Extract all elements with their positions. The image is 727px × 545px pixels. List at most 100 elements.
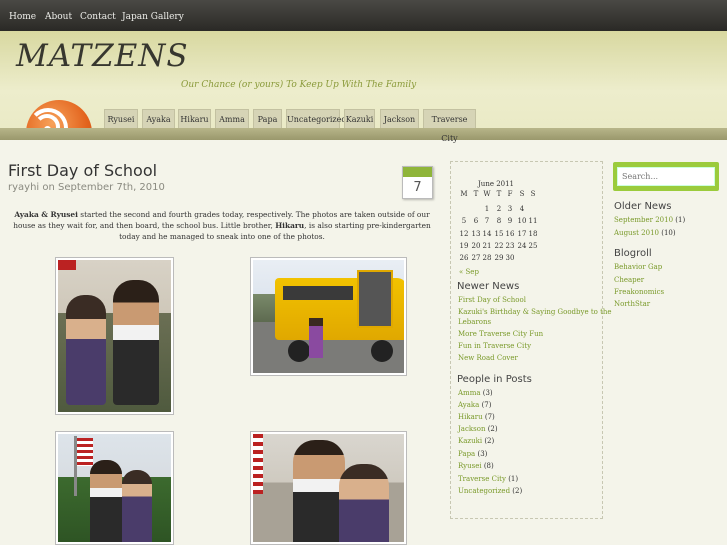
calendar-day: 11 <box>528 217 538 225</box>
newer-news-item[interactable]: New Road Cover <box>458 354 518 362</box>
newer-news-item[interactable]: Fun in Traverse City <box>458 342 531 350</box>
search-box <box>613 162 719 191</box>
people-item-name[interactable]: Traverse City <box>458 475 506 483</box>
people-item[interactable]: Kazuki (2) <box>458 437 494 445</box>
calendar-weekday: W <box>483 190 491 198</box>
people-item-name[interactable]: Ayaka <box>458 401 479 409</box>
blogroll-item[interactable]: Freakonomics <box>614 288 664 296</box>
calendar-day: 5 <box>461 217 467 225</box>
post-meta: ryayhi on September 7th, 2010 <box>8 182 165 193</box>
category-tab-amma[interactable]: Amma <box>215 109 249 128</box>
post-body: Ayaka & Ryusei started the second and fo… <box>8 209 436 242</box>
newer-news-item[interactable]: Kazuki's Birthday & Saying Goodbye to th… <box>458 308 612 316</box>
people-item-name[interactable]: Uncategorized <box>458 487 510 495</box>
newer-news-item[interactable]: First Day of School <box>458 296 526 304</box>
people-item[interactable]: Hikaru (7) <box>458 413 495 421</box>
nav-link-japan-gallery[interactable]: Japan Gallery <box>122 12 184 22</box>
people-item-count: (7) <box>481 401 492 409</box>
people-item-count: (2) <box>512 487 523 495</box>
category-tab-ryusei[interactable]: Ryusei <box>104 109 138 128</box>
photo-school-bus[interactable] <box>250 257 407 376</box>
calendar-day: 16 <box>505 230 515 238</box>
older-news-item[interactable]: September 2010 (1) <box>614 216 685 224</box>
category-tab-kazuki[interactable]: Kazuki <box>344 109 375 128</box>
blogroll-heading: Blogroll <box>614 248 652 259</box>
people-item-count: (3) <box>477 450 488 458</box>
calendar-weekday: S <box>530 190 536 198</box>
older-news-item-label[interactable]: August 2010 <box>614 229 659 237</box>
people-item-count: (8) <box>483 462 494 470</box>
older-news-item-count: (10) <box>661 229 676 237</box>
blogroll-item[interactable]: Behavior Gap <box>614 263 662 271</box>
people-item-name[interactable]: Kazuki <box>458 437 482 445</box>
people-item-name[interactable]: Ryusei <box>458 462 482 470</box>
post-body-name-hikaru: Hikaru <box>275 221 305 230</box>
calendar-date-icon: 7 <box>402 166 433 199</box>
top-navigation-bar: Home About Contact Japan Gallery <box>0 0 727 31</box>
calendar-day: 26 <box>459 254 469 262</box>
people-heading: People in Posts <box>457 374 532 385</box>
category-tab-jackson[interactable]: Jackson <box>380 109 419 128</box>
nav-link-about[interactable]: About <box>45 12 72 22</box>
calendar-day: 19 <box>459 242 469 250</box>
calendar-day: 23 <box>505 242 515 250</box>
older-news-item-count: (1) <box>675 216 686 224</box>
people-item-count: (2) <box>487 425 498 433</box>
people-item[interactable]: Ryusei (8) <box>458 462 494 470</box>
calendar-day: 3 <box>507 205 513 213</box>
people-item-name[interactable]: Papa <box>458 450 475 458</box>
calendar-day: 21 <box>482 242 492 250</box>
people-item[interactable]: Papa (3) <box>458 450 487 458</box>
newer-news-item[interactable]: More Traverse City Fun <box>458 330 543 338</box>
photo-kids-smiling[interactable] <box>250 431 407 545</box>
older-news-item[interactable]: August 2010 (10) <box>614 229 676 237</box>
nav-link-home[interactable]: Home <box>9 12 36 22</box>
people-item[interactable]: Uncategorized (2) <box>458 487 522 495</box>
calendar-caption: June 2011 <box>478 180 515 188</box>
people-item-name[interactable]: Jackson <box>458 425 485 433</box>
people-item-count: (2) <box>484 437 495 445</box>
calendar-weekday: M <box>460 190 468 198</box>
calendar-day: 12 <box>459 230 469 238</box>
calendar-day: 30 <box>505 254 515 262</box>
category-tab-papa[interactable]: Papa <box>253 109 282 128</box>
category-tab-hikaru[interactable]: Hikaru <box>178 109 211 128</box>
search-input[interactable] <box>617 167 715 186</box>
blogroll-item[interactable]: NorthStar <box>614 300 650 308</box>
people-item[interactable]: Amma (3) <box>458 389 493 397</box>
calendar-weekday: F <box>507 190 513 198</box>
calendar-day: 9 <box>507 217 513 225</box>
people-item[interactable]: Ayaka (7) <box>458 401 491 409</box>
category-tab-ayaka[interactable]: Ayaka <box>142 109 175 128</box>
newer-news-item[interactable]: Lebarons <box>458 318 491 326</box>
post-date-day: 7 <box>413 180 422 195</box>
calendar-day: 18 <box>528 230 538 238</box>
calendar-day: 1 <box>484 205 490 213</box>
nav-link-contact[interactable]: Contact <box>80 12 116 22</box>
category-tab-uncategorized[interactable]: Uncategorized <box>286 109 346 128</box>
blogroll-item[interactable]: Cheaper <box>614 276 644 284</box>
calendar-day: 4 <box>519 205 525 213</box>
people-item-name[interactable]: Hikaru <box>458 413 483 421</box>
people-item[interactable]: Traverse City (1) <box>458 475 518 483</box>
post-body-names: Ayaka & Ryusei <box>14 210 78 219</box>
people-item-count: (3) <box>482 389 493 397</box>
calendar-day: 25 <box>528 242 538 250</box>
post-title[interactable]: First Day of School <box>8 161 157 180</box>
calendar-prev-link[interactable]: « Sep <box>459 268 479 276</box>
site-tagline: Our Chance (or yours) To Keep Up With Th… <box>181 80 417 90</box>
category-tab-traverse-city[interactable]: Traverse City <box>423 109 476 143</box>
calendar-day: 7 <box>484 217 490 225</box>
people-item-count: (7) <box>484 413 495 421</box>
category-bar <box>0 128 727 140</box>
newer-news-heading: Newer News <box>457 281 520 292</box>
older-news-item-label[interactable]: September 2010 <box>614 216 673 224</box>
people-item-count: (1) <box>508 475 519 483</box>
people-item-name[interactable]: Amma <box>458 389 481 397</box>
photo-kids-with-flag[interactable] <box>55 431 174 545</box>
photo-kids-front-door[interactable] <box>55 257 174 415</box>
older-news-heading: Older News <box>614 201 672 212</box>
site-title[interactable]: MATZENS <box>16 38 189 74</box>
calendar-day: 14 <box>482 230 492 238</box>
people-item[interactable]: Jackson (2) <box>458 425 498 433</box>
